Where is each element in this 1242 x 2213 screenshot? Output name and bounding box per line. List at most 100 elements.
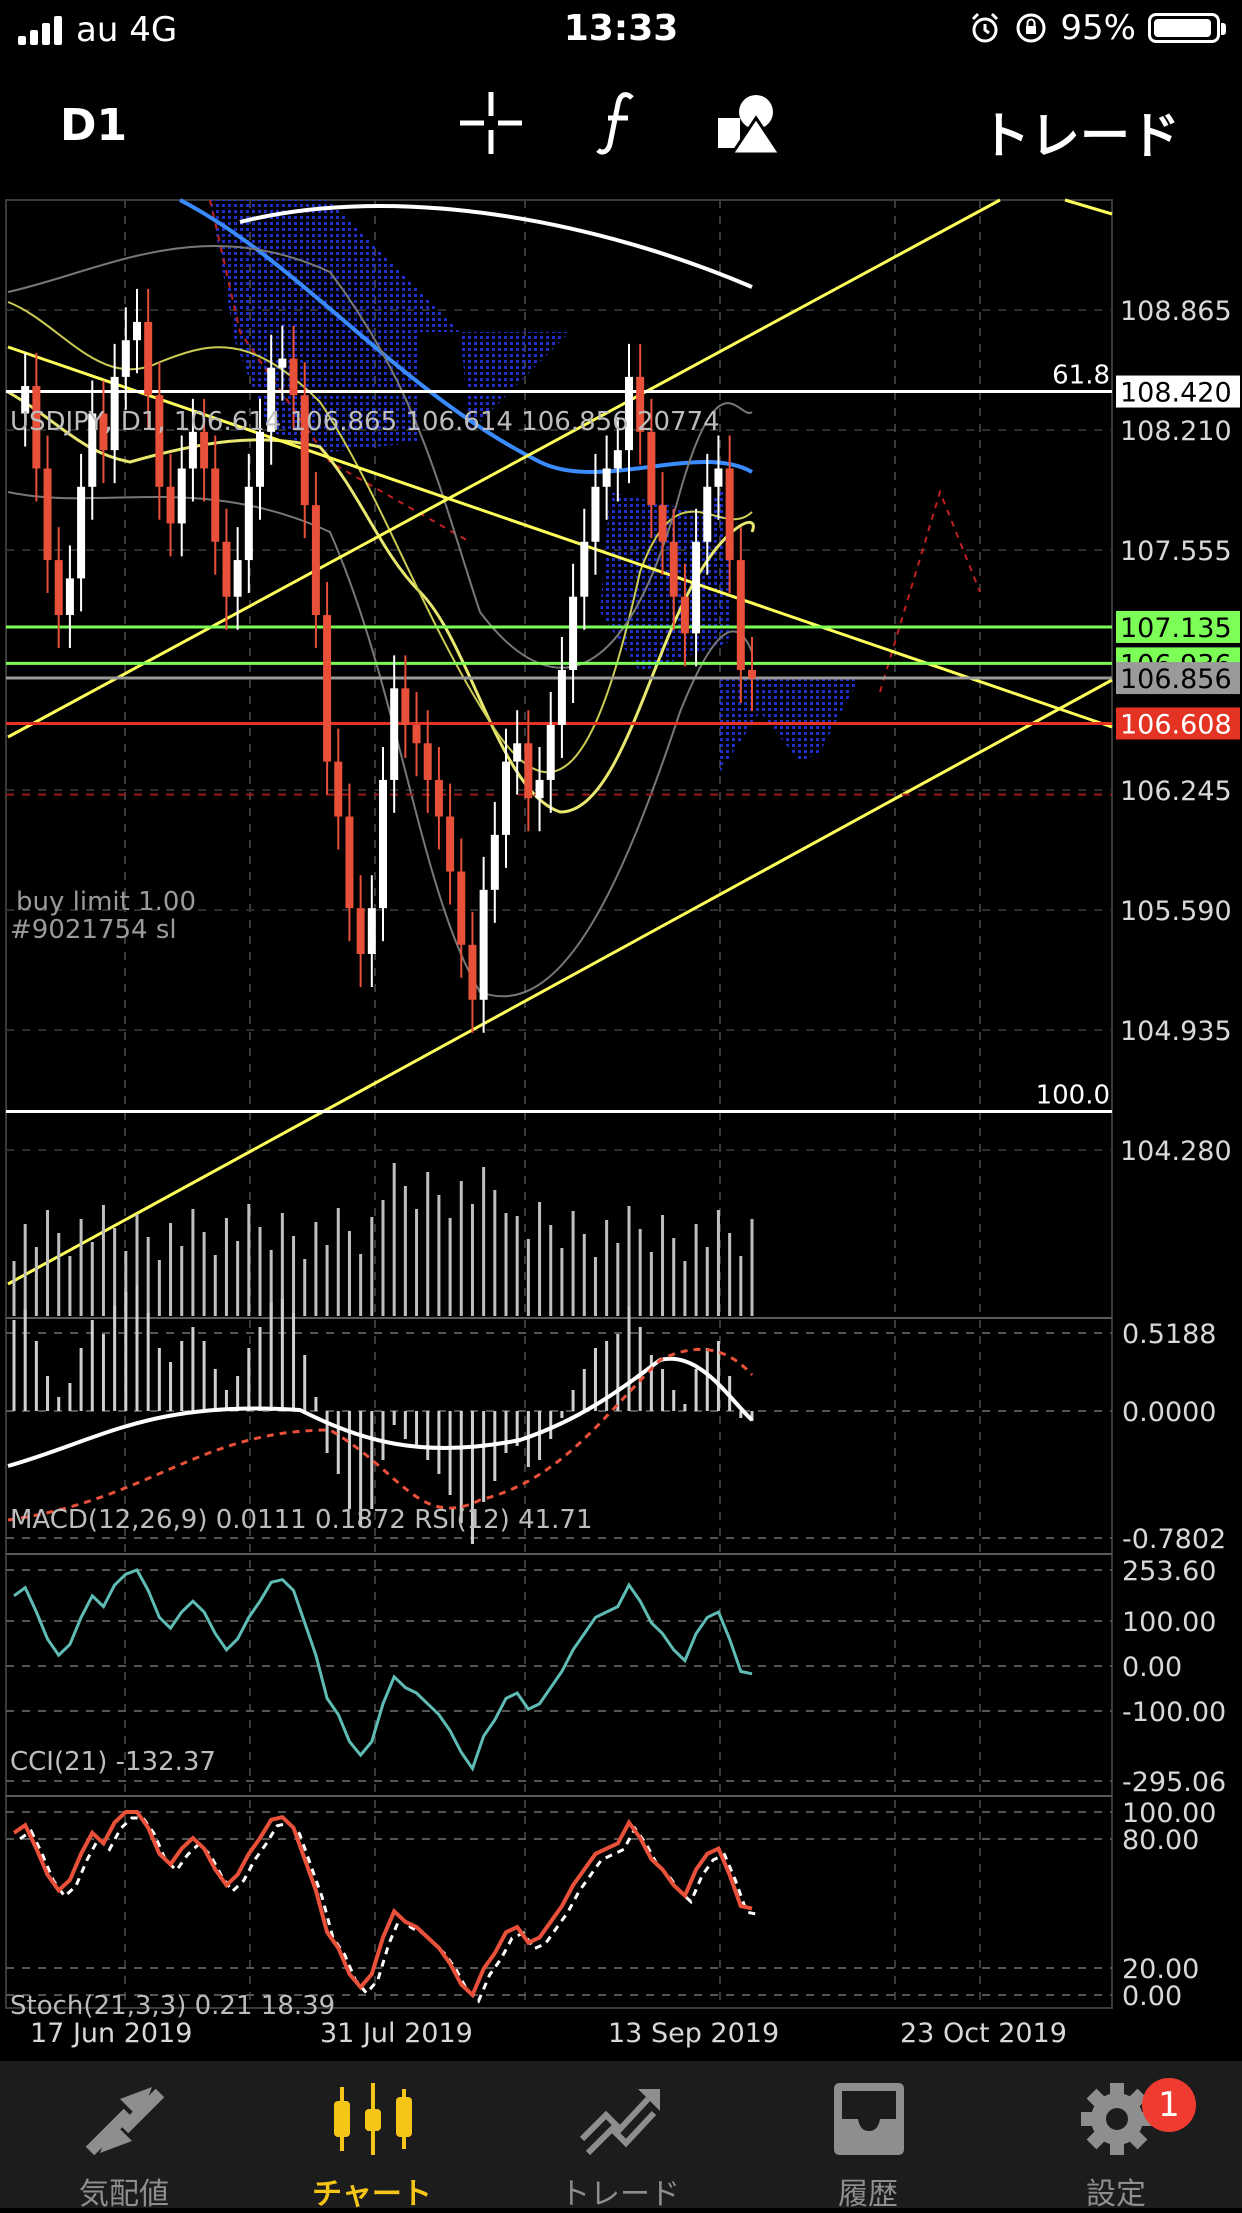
tab-bar: 気配値 チャート トレード 履歴 設定 — [0, 2061, 1242, 2212]
tab-settings[interactable]: 設定 — [992, 2061, 1240, 2212]
trendline-support — [7, 678, 1113, 1286]
chart-grid — [5, 199, 1113, 2009]
chart-toolbar: D1 トレード — [0, 90, 1242, 165]
price-tag-label: 106.856 — [1120, 664, 1232, 695]
pane-tick: 100.00 — [1122, 1607, 1216, 1638]
candle-body — [356, 908, 365, 954]
candle-body — [468, 944, 477, 1000]
candle-body — [490, 834, 499, 890]
rotation-lock-icon — [1016, 13, 1046, 43]
candle-body — [669, 541, 678, 597]
fib-level-label: 61.8 — [1052, 361, 1110, 391]
candle-body — [613, 450, 622, 469]
candle-body — [591, 486, 600, 542]
candle-body — [647, 431, 656, 506]
order-label: buy limit 1.00 — [16, 887, 196, 917]
pane-tick: 253.60 — [1122, 1556, 1216, 1587]
macd-label: MACD(12,26,9) 0.0111 0.1872 RSI(12) 41.7… — [10, 1505, 593, 1535]
history-icon — [834, 2083, 904, 2155]
tab-history[interactable]: 履歴 — [744, 2061, 992, 2212]
candle-body — [323, 615, 332, 762]
price-tick: 107.555 — [1120, 536, 1232, 567]
trade-button[interactable]: トレード — [980, 96, 1180, 168]
price-tag-label: 108.420 — [1120, 378, 1232, 409]
pane-tick: 0.5188 — [1122, 1319, 1216, 1350]
crosshair-icon[interactable] — [460, 90, 522, 156]
candle-body — [401, 688, 410, 725]
pane-tick: -295.06 — [1122, 1767, 1226, 1798]
x-tick-label: 31 Jul 2019 — [320, 2018, 473, 2049]
candle-body — [289, 358, 298, 396]
candle-body — [222, 541, 231, 597]
alarm-icon — [972, 12, 999, 43]
price-tick: 104.280 — [1120, 1136, 1232, 1167]
tab-trade[interactable]: トレード — [496, 2061, 744, 2212]
candle-body — [311, 505, 320, 616]
gear-tooth — [1081, 2112, 1095, 2126]
gear-tooth — [1110, 2141, 1124, 2155]
price-tag-label: 107.135 — [1120, 613, 1232, 644]
candle-body — [513, 743, 522, 762]
timeframe-button[interactable]: D1 — [60, 100, 127, 151]
status-right: 95% — [968, 8, 1226, 48]
candle-body — [457, 871, 466, 945]
time-axis: 17 Jun 2019 31 Jul 2019 13 Sep 2019 23 Oct … — [30, 2018, 1067, 2049]
macd-line — [7, 1356, 754, 1468]
tab-chart-label: チャート — [312, 2177, 432, 2212]
stoch-signal-line — [19, 1816, 759, 2004]
candle-body — [133, 321, 141, 341]
trendline-top — [1064, 198, 1113, 216]
candle-body — [524, 743, 533, 799]
candle-body — [367, 908, 376, 954]
price-tick: 108.210 — [1120, 416, 1232, 447]
chart-frame — [5, 199, 1113, 2009]
candle-body — [446, 816, 455, 872]
candle-body — [434, 779, 443, 817]
x-tick-label: 17 Jun 2019 — [30, 2018, 192, 2049]
function-icon[interactable] — [596, 90, 640, 156]
candle-body — [569, 596, 578, 670]
candle-body — [256, 431, 264, 487]
order-label-2: #9021754 sl — [10, 915, 177, 945]
battery-icon — [1148, 13, 1226, 43]
candle-body — [580, 541, 589, 597]
price-tick: 106.245 — [1120, 776, 1232, 807]
candle-body — [714, 468, 723, 487]
candle-body — [233, 560, 242, 597]
candle-body — [725, 468, 734, 561]
battery-percent: 95% — [1060, 8, 1136, 48]
candle-body — [144, 321, 153, 396]
pane-tick: 80.00 — [1122, 1825, 1199, 1856]
cci-label: CCI(21) -132.37 — [10, 1747, 216, 1777]
price-tag-label: 106.608 — [1120, 709, 1232, 740]
chart-info-label: USDJPY, D1, 106.614 106.865 106.614 106.… — [10, 407, 720, 437]
candle-body — [177, 468, 186, 524]
candle-body — [692, 541, 701, 634]
tab-settings-label: 設定 — [1086, 2177, 1146, 2212]
candle-body — [54, 560, 63, 616]
candle-body — [334, 761, 343, 817]
objects-icon[interactable] — [716, 90, 782, 156]
tab-chart[interactable]: チャート — [248, 2061, 496, 2212]
x-tick-label: 13 Sep 2019 — [608, 2018, 779, 2049]
candle-body — [602, 468, 611, 487]
candle-body — [412, 724, 421, 744]
candle-body — [65, 578, 74, 616]
candle-body — [121, 340, 130, 377]
price-tick: 104.935 — [1120, 1016, 1232, 1047]
tab-trade-label: トレード — [560, 2177, 680, 2212]
price-chart[interactable]: 61.8 100.0 0.5188 0.0000 -0.7802253.60 100.0… — [0, 192, 1242, 2057]
candle-body — [379, 779, 387, 909]
pane-tick: 0.00 — [1122, 1652, 1182, 1683]
candle-body — [502, 761, 510, 835]
candle-body — [244, 486, 253, 561]
price-lines: 61.8 100.0 — [6, 361, 1112, 1114]
gear-tooth — [1110, 2083, 1124, 2097]
settings-badge: 1 — [1142, 2078, 1196, 2132]
price-tick: 105.590 — [1120, 896, 1232, 927]
candle-body — [736, 560, 745, 670]
candle-body — [200, 431, 209, 469]
tab-quotes[interactable]: 気配値 — [0, 2061, 248, 2212]
pane-tick: 0.00 — [1122, 1981, 1182, 2012]
status-bar: au 4G 13:33 95% — [0, 0, 1242, 60]
